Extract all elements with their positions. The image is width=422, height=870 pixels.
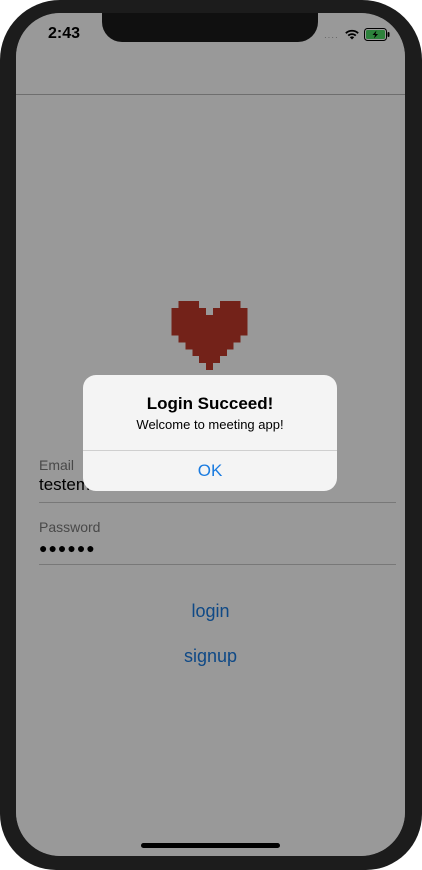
app-screen: 2:43 ···· Email testem Password ●●●●●● l… (16, 13, 405, 856)
phone-frame: 2:43 ···· Email testem Password ●●●●●● l… (0, 0, 422, 870)
alert-message: Welcome to meeting app! (136, 417, 284, 432)
alert-title: Login Succeed! (146, 394, 274, 413)
alert-ok-button[interactable]: OK (83, 451, 337, 491)
login-success-alert: Login Succeed! Welcome to meeting app! O… (83, 375, 337, 491)
